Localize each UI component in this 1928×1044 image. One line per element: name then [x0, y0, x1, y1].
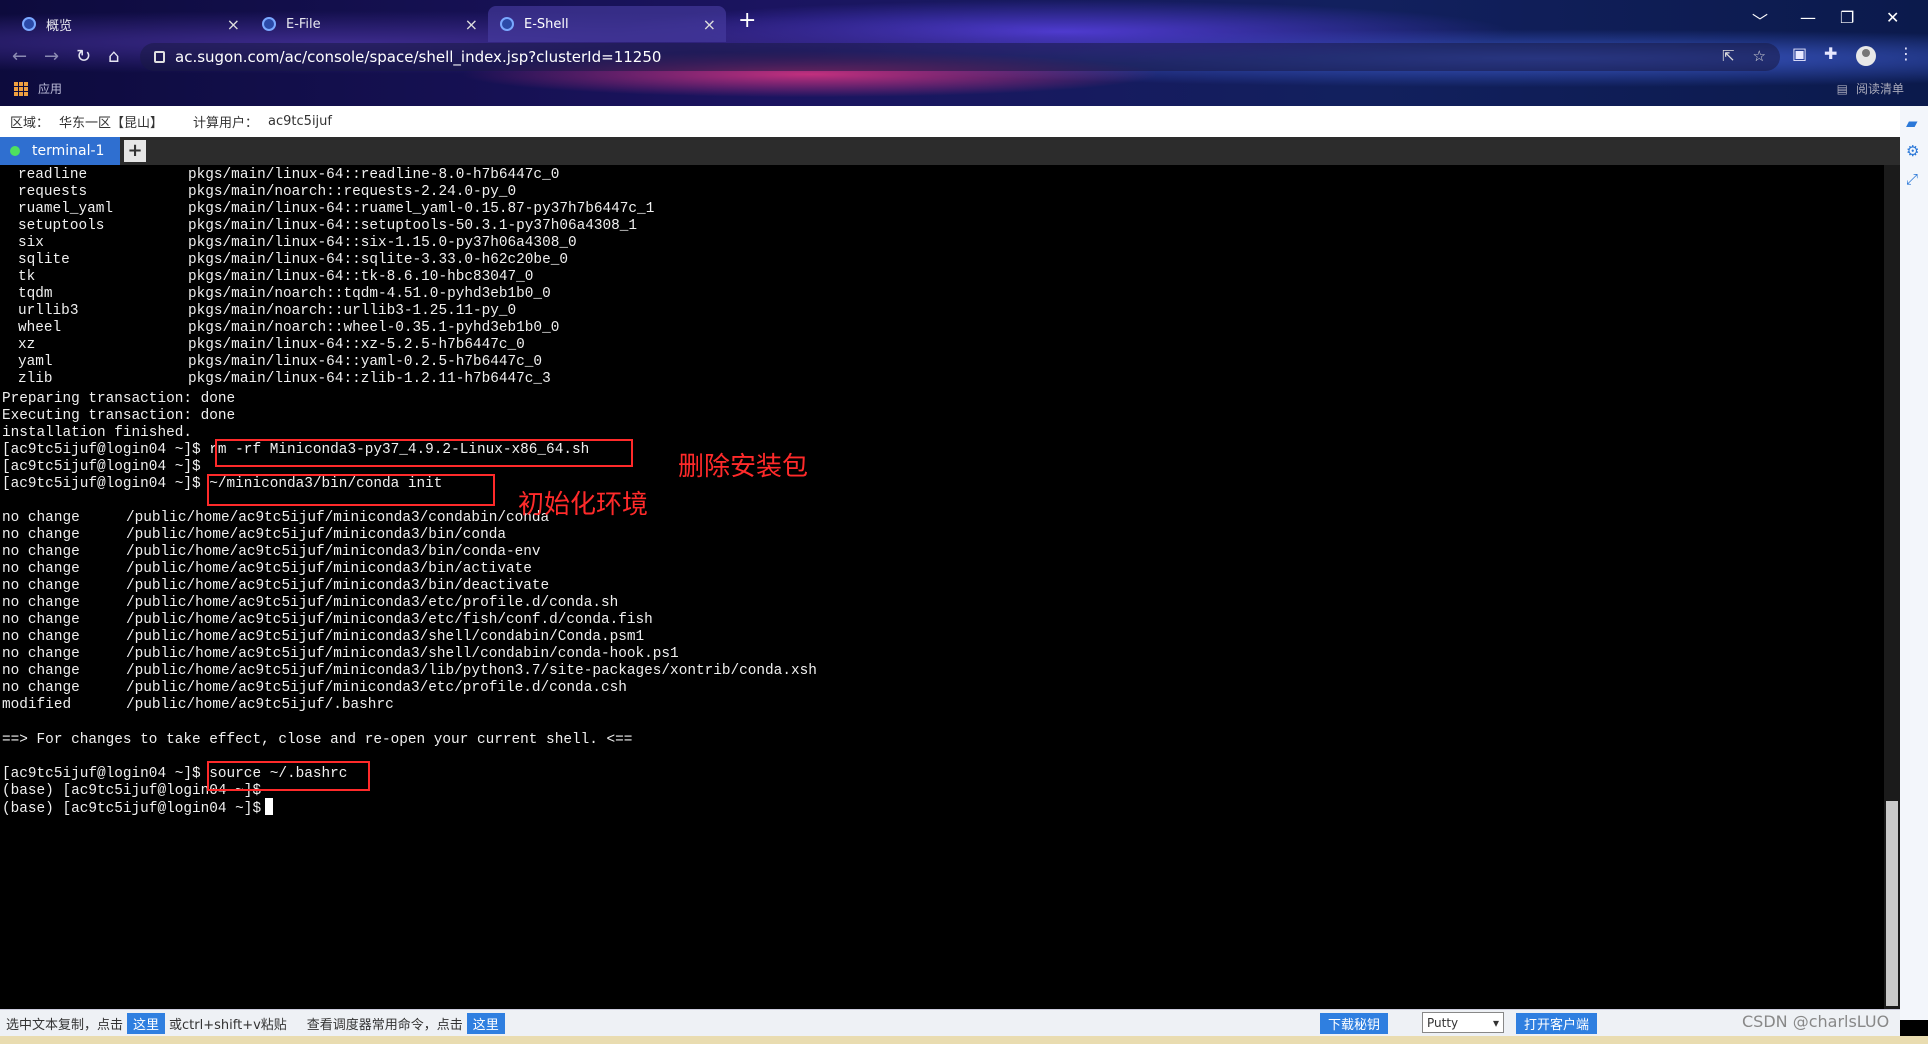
tab-title: 概览: [46, 18, 73, 34]
browser-tab-bar: 概览 × E-File × E-Shell × + ﹀ — ❐ ✕: [0, 0, 1928, 42]
new-tab-button[interactable]: +: [738, 8, 756, 33]
copy-here-link[interactable]: 这里: [127, 1012, 166, 1034]
browser-menu-icon[interactable]: ⋮: [1898, 44, 1914, 63]
package-spec: pkgs/main/linux-64::zlib-1.2.11-h7b6447c…: [188, 371, 551, 387]
tab-title: E-File: [286, 16, 321, 32]
region-value: 华东一区【昆山】: [59, 116, 164, 131]
client-type-select[interactable]: Putty ▾: [1422, 1012, 1504, 1033]
reading-list-label: 阅读清单: [1855, 82, 1904, 96]
close-icon[interactable]: ×: [465, 15, 478, 34]
reload-icon[interactable]: ↻: [76, 46, 91, 67]
profile-avatar-icon[interactable]: [1856, 46, 1876, 66]
settings-gear-icon[interactable]: ⚙: [1906, 142, 1919, 160]
annotation-delete-package: 删除安装包: [678, 452, 809, 482]
shell-prompt: [ac9tc5ijuf@login04 ~]$: [2, 442, 210, 458]
terminal-help-bar: 选中文本复制，点击 这里 或ctrl+shift+v粘贴 查看调度器常用命令，点…: [0, 1009, 1900, 1036]
package-name: zlib: [18, 371, 53, 387]
close-icon[interactable]: ×: [703, 15, 716, 34]
folder-icon[interactable]: ▰: [1906, 114, 1918, 132]
extensions-puzzle-icon[interactable]: ✚: [1824, 44, 1837, 63]
url-bar[interactable]: ac.sugon.com/ac/console/space/shell_inde…: [140, 43, 1780, 71]
highlight-box-source: [207, 761, 370, 791]
tab-title: E-Shell: [524, 16, 569, 32]
apps-grid-icon: [14, 81, 28, 96]
shell-prompt: [ac9tc5ijuf@login04 ~]$: [2, 766, 210, 782]
connected-status-icon: [10, 146, 20, 156]
back-arrow-icon[interactable]: ←: [12, 46, 27, 67]
watermark-text: CSDN @charlsLUO: [1742, 1012, 1890, 1031]
fullscreen-icon[interactable]: ⤢: [1906, 170, 1918, 188]
shell-prompt: [ac9tc5ijuf@login04 ~]$: [2, 476, 210, 492]
highlight-box-rm: [215, 439, 633, 467]
cluster-info-bar: 区域： 华东一区【昆山】 计算用户： ac9tc5ijuf: [0, 106, 1900, 137]
terminal-cursor: [265, 798, 274, 815]
annotation-init-environment: 初始化环境: [518, 490, 649, 520]
copy-hint-text: 选中文本复制，点击: [6, 1017, 124, 1033]
bookmark-star-icon[interactable]: ☆: [1753, 47, 1766, 65]
region-label: 区域：: [10, 116, 50, 131]
close-icon[interactable]: ×: [227, 15, 240, 34]
restore-button[interactable]: ❐: [1840, 8, 1854, 27]
change-status: modified: [2, 697, 72, 713]
download-key-button[interactable]: 下载秘钥: [1320, 1013, 1389, 1034]
terminal-line: (base) [ac9tc5ijuf@login04 ~]$: [2, 798, 274, 819]
lock-icon: [154, 51, 165, 63]
commands-here-link[interactable]: 这里: [466, 1012, 505, 1034]
terminal-line: ==> For changes to take effect, close an…: [2, 732, 633, 748]
forward-arrow-icon[interactable]: →: [44, 46, 59, 67]
reading-list[interactable]: ▤ 阅读清单: [1837, 80, 1904, 97]
site-favicon-icon: [500, 17, 514, 31]
browser-tab-eshell[interactable]: E-Shell ×: [488, 6, 726, 42]
add-terminal-button[interactable]: +: [124, 140, 146, 162]
paste-hint-text: 或ctrl+shift+v粘贴: [169, 1017, 287, 1033]
change-path: /public/home/ac9tc5ijuf/.bashrc: [126, 697, 394, 713]
reading-list-icon: ▤: [1836, 81, 1848, 96]
home-icon[interactable]: ⌂: [108, 46, 119, 67]
taskbar-strip: [0, 1036, 1928, 1044]
site-favicon-icon: [262, 17, 276, 31]
right-tool-strip: ▰ ⚙ ⤢: [1900, 106, 1928, 1020]
browser-chrome: 概览 × E-File × E-Shell × + ﹀ — ❐ ✕ ← → ↻ …: [0, 0, 1928, 106]
command-hint-text: 查看调度器常用命令，点击: [306, 1017, 463, 1033]
terminal-output[interactable]: readline pkgs/main/linux-64::readline-8.0…: [0, 165, 1884, 1009]
screen: 概览 × E-File × E-Shell × + ﹀ — ❐ ✕ ← → ↻ …: [0, 0, 1928, 1044]
open-client-button[interactable]: 打开客户端: [1516, 1013, 1598, 1034]
address-bar-row: ← → ↻ ⌂ ac.sugon.com/ac/console/space/sh…: [0, 42, 1928, 72]
share-icon[interactable]: ⇱: [1722, 47, 1735, 65]
browser-tab-overview[interactable]: 概览 ×: [10, 6, 250, 42]
tab-search-icon[interactable]: ﹀: [1752, 8, 1768, 32]
user-value: ac9tc5ijuf: [268, 114, 332, 129]
highlight-box-init: [207, 474, 495, 506]
apps-label: 应用: [38, 82, 63, 96]
url-text: ac.sugon.com/ac/console/space/shell_inde…: [175, 48, 662, 66]
site-favicon-icon: [22, 17, 36, 31]
shell-prompt: (base) [ac9tc5ijuf@login04 ~]$: [2, 801, 262, 817]
window-close-button[interactable]: ✕: [1886, 8, 1899, 27]
terminal-tab-bar: terminal-1 +: [0, 137, 1900, 165]
terminal-tab-1[interactable]: terminal-1: [0, 137, 120, 165]
user-label: 计算用户：: [193, 116, 259, 131]
terminal-scrollbar[interactable]: [1884, 165, 1900, 1009]
apps-bookmark[interactable]: 应用: [14, 80, 62, 97]
terminal-tab-label: terminal-1: [32, 143, 105, 159]
client-select-value: Putty: [1427, 1015, 1459, 1030]
chevron-down-icon: ▾: [1492, 1015, 1499, 1030]
translate-extension-icon[interactable]: ▣: [1792, 44, 1807, 63]
browser-tab-efile[interactable]: E-File ×: [250, 6, 488, 42]
minimize-button[interactable]: —: [1800, 8, 1816, 27]
scrollbar-thumb[interactable]: [1886, 801, 1898, 1006]
